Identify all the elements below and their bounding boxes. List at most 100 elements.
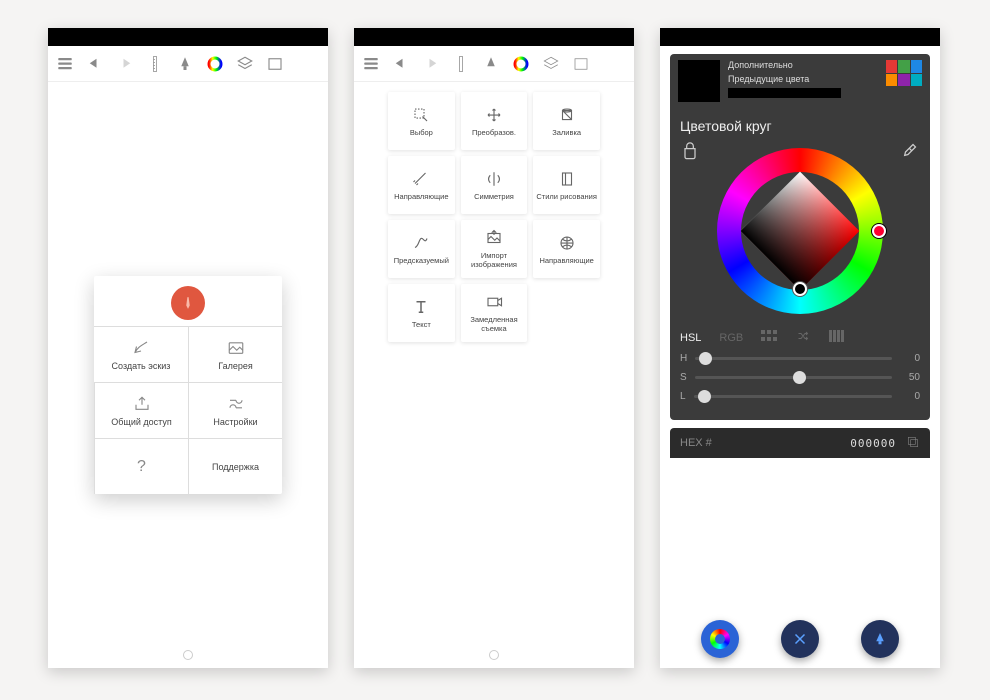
bucket-icon[interactable] [680,142,702,167]
slider-l-track[interactable] [694,395,892,398]
header-extra[interactable]: Дополнительно [728,60,878,70]
top-toolbar [354,46,634,82]
fab-close[interactable] [781,620,819,658]
layers-icon[interactable] [542,55,560,73]
fab-row [660,620,940,658]
menu-settings-label: Настройки [213,417,257,427]
palette-grid[interactable] [886,60,922,86]
tool-label: Предсказуемый [394,256,449,265]
tool-predictive[interactable]: Предсказуемый [388,220,455,278]
top-toolbar [48,46,328,82]
phone-b: Выбор Преобразов. Заливка Направляющие С… [354,28,634,668]
tool-label: Импорт изображения [463,251,526,269]
app-avatar-icon [171,286,205,320]
tool-timelapse[interactable]: Замедленная съемка [461,284,528,342]
slider-h: H 0 [680,353,920,364]
slider-h-name: H [680,353,687,364]
tool-label: Стили рисования [536,192,597,201]
prev-color-strip [728,88,841,98]
slider-h-value: 0 [900,353,920,364]
phone-c: Дополнительно Предыдущие цвета Цветовой … [660,28,940,668]
tool-perspective[interactable]: Направляющие [533,220,600,278]
tab-swatches-icon[interactable] [761,330,777,345]
tool-label: Текст [412,320,431,329]
redo-icon[interactable] [116,55,134,73]
hex-value[interactable]: 000000 [850,437,896,450]
menu-sketch-label: Создать эскиз [112,361,171,371]
menu-sketch[interactable]: Создать эскиз [94,326,188,382]
tool-label: Выбор [410,128,433,137]
tool-fill[interactable]: Заливка [533,92,600,150]
menu-share-label: Общий доступ [111,417,171,427]
tab-bars-icon[interactable] [829,330,845,345]
menu-share[interactable]: Общий доступ [94,382,188,438]
tool-label: Направляющие [394,192,448,201]
tab-random-icon[interactable] [795,330,811,345]
color-mode-tabs: HSL RGB [680,330,920,345]
menu-gallery-label: Галерея [218,361,253,371]
tab-rgb[interactable]: RGB [719,332,743,344]
slider-s-track[interactable] [695,376,892,379]
ruler-icon[interactable] [146,55,164,73]
hex-row: HEX # 000000 [670,428,930,458]
tool-selection[interactable]: Выбор [388,92,455,150]
current-color-swatch[interactable] [678,60,720,102]
color-header: Дополнительно Предыдущие цвета [670,54,930,106]
menu-help[interactable]: ? [94,438,188,494]
tool-label: Преобразов. [472,128,516,137]
main-menu: Создать эскиз Галерея Общий доступ Настр… [94,276,282,494]
phone-a: Создать эскиз Галерея Общий доступ Настр… [48,28,328,668]
home-indicator-icon [489,650,499,660]
menu-settings[interactable]: Настройки [188,382,282,438]
undo-icon[interactable] [86,55,104,73]
layers-icon[interactable] [236,55,254,73]
copy-icon[interactable] [906,435,920,452]
menu-support[interactable]: Поддержка [188,438,282,494]
slider-s: S 50 [680,372,920,383]
fab-color[interactable] [701,620,739,658]
color-icon[interactable] [206,55,224,73]
tool-import[interactable]: Импорт изображения [461,220,528,278]
tool-label: Направляющие [539,256,593,265]
fullscreen-icon[interactable] [266,55,284,73]
tool-symmetry[interactable]: Симметрия [461,156,528,214]
slider-s-value: 50 [900,372,920,383]
slider-l-name: L [680,391,686,402]
tool-transform[interactable]: Преобразов. [461,92,528,150]
menu-icon[interactable] [56,55,74,73]
slider-l-value: 0 [900,391,920,402]
slider-l: L 0 [680,391,920,402]
home-indicator-icon [183,650,193,660]
redo-icon[interactable] [422,55,440,73]
tab-hsl[interactable]: HSL [680,332,701,344]
menu-gallery[interactable]: Галерея [188,326,282,382]
tool-guides[interactable]: Направляющие [388,156,455,214]
status-bar [48,28,328,46]
status-bar [660,28,940,46]
undo-icon[interactable] [392,55,410,73]
menu-icon[interactable] [362,55,380,73]
sv-handle[interactable] [793,282,807,296]
eyedropper-icon[interactable] [898,142,920,167]
color-panel: Дополнительно Предыдущие цвета Цветовой … [660,46,940,668]
color-ring-icon [710,629,730,649]
status-bar [354,28,634,46]
tool-styles[interactable]: Стили рисования [533,156,600,214]
slider-h-track[interactable] [695,357,892,360]
slider-s-name: S [680,372,687,383]
color-wheel-title: Цветовой круг [680,118,920,134]
tool-text[interactable]: Текст [388,284,455,342]
color-icon[interactable] [512,55,530,73]
tool-label: Симметрия [474,192,514,201]
brush-icon[interactable] [176,55,194,73]
sv-square[interactable] [741,172,860,291]
header-prev[interactable]: Предыдущие цвета [728,74,878,84]
brush-icon[interactable] [482,55,500,73]
ruler-icon[interactable] [452,55,470,73]
menu-support-label: Поддержка [212,462,259,472]
fullscreen-icon[interactable] [572,55,590,73]
hue-handle[interactable] [872,224,886,238]
fab-brush[interactable] [861,620,899,658]
tool-label: Заливка [552,128,581,137]
color-wheel[interactable] [717,148,883,314]
